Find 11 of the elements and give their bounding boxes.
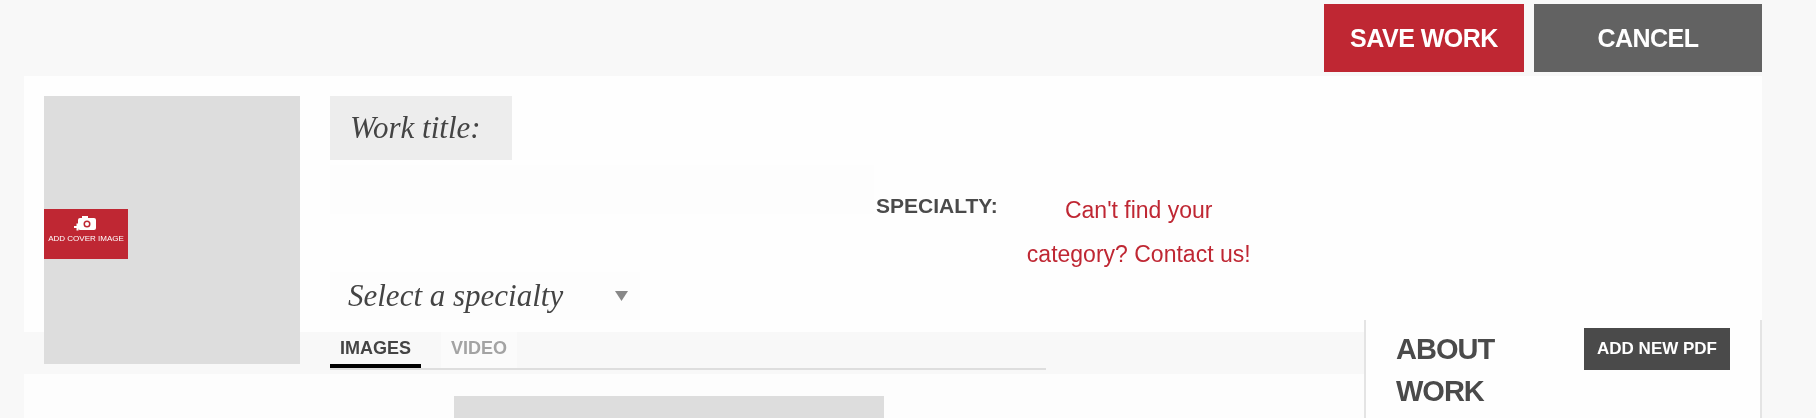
cancel-button[interactable]: CANCEL bbox=[1534, 4, 1762, 72]
work-title-label: Work title: bbox=[330, 96, 512, 160]
media-tab[interactable]: IMAGES bbox=[330, 332, 421, 368]
camera-plus-icon bbox=[74, 215, 98, 231]
dropdown-caret-icon bbox=[615, 291, 628, 301]
contact-link[interactable]: Can't find your category? Contact us! bbox=[1013, 188, 1264, 276]
specialty-label: SPECIALTY: bbox=[876, 194, 998, 218]
about-work-heading: ABOUT WORK bbox=[1396, 332, 1496, 409]
save-button[interactable]: SAVE WORK bbox=[1324, 4, 1524, 72]
add-pdf-button[interactable]: ADD NEW PDF bbox=[1584, 328, 1730, 370]
add-cover-image-button[interactable]: ADD COVER IMAGE bbox=[44, 209, 128, 259]
